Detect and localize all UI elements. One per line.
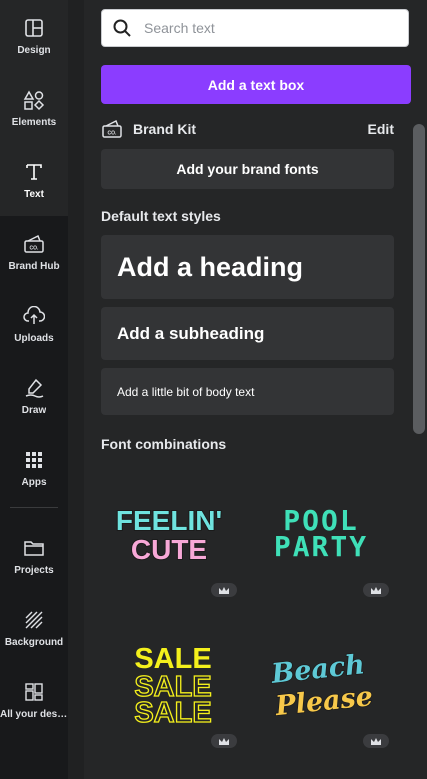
brand-kit-title: Brand Kit xyxy=(133,121,196,137)
rail-label: Elements xyxy=(11,117,57,128)
rail-item-apps[interactable]: Apps xyxy=(0,432,68,504)
svg-text:CO.: CO. xyxy=(30,246,40,252)
rail-label: All your desi… xyxy=(0,709,68,720)
brand-kit-row: CO. Brand Kit Edit xyxy=(101,118,394,140)
rail-label: Draw xyxy=(21,405,47,416)
rail-item-draw[interactable]: Draw xyxy=(0,360,68,432)
font-combo-pool-party[interactable]: POOL PARTY xyxy=(247,463,395,603)
rail-label: Apps xyxy=(21,477,47,488)
add-text-box-button[interactable]: Add a text box xyxy=(101,65,411,104)
crown-icon xyxy=(219,737,229,745)
pro-badge xyxy=(363,734,389,748)
rail-item-elements[interactable]: Elements xyxy=(0,72,68,144)
crown-icon xyxy=(219,586,229,594)
font-combo-beach-please[interactable]: Beach Please xyxy=(247,614,395,754)
svg-text:CO.: CO. xyxy=(108,131,118,137)
draw-icon xyxy=(22,376,46,400)
background-hatch-icon xyxy=(22,608,46,632)
shapes-icon xyxy=(22,88,46,112)
rail-item-uploads[interactable]: Uploads xyxy=(0,288,68,360)
pro-badge xyxy=(211,734,237,748)
all-designs-icon xyxy=(22,680,46,704)
rail-divider xyxy=(10,507,58,508)
font-combo-preview: Beach Please xyxy=(268,648,375,722)
rail-label: Uploads xyxy=(14,333,54,344)
crown-icon xyxy=(371,586,381,594)
add-body-text-button[interactable]: Add a little bit of body text xyxy=(101,368,394,415)
rail-item-all-designs[interactable]: All your desi… xyxy=(0,664,68,736)
default-text-styles-title: Default text styles xyxy=(101,208,221,224)
combo-line: CUTE xyxy=(131,534,207,565)
left-rail: Design Elements Text CO. Brand Hub Uploa… xyxy=(0,0,68,779)
add-brand-fonts-button[interactable]: Add your brand fonts xyxy=(101,149,394,189)
rail-label: Background xyxy=(4,637,64,648)
rail-label: Brand Hub xyxy=(8,261,60,272)
rail-item-design[interactable]: Design xyxy=(0,0,68,72)
font-combinations-title: Font combinations xyxy=(101,436,227,452)
rail-panel-gap xyxy=(68,0,84,779)
rail-item-background[interactable]: Background xyxy=(0,592,68,664)
crown-icon xyxy=(371,737,381,745)
font-combo-preview: FEELIN' CUTE xyxy=(115,504,223,566)
add-heading-button[interactable]: Add a heading xyxy=(101,235,394,299)
brand-kit-edit-link[interactable]: Edit xyxy=(368,121,394,137)
font-combo-preview: SALE SALE SALE xyxy=(134,643,213,730)
rail-label: Projects xyxy=(14,565,54,576)
cloud-upload-icon xyxy=(22,304,46,328)
rail-item-projects[interactable]: Projects xyxy=(0,520,68,592)
brand-hub-icon: CO. xyxy=(22,232,46,256)
rail-item-text[interactable]: Text xyxy=(0,144,68,216)
font-combo-preview: POOL PARTY xyxy=(274,504,368,563)
layout-icon xyxy=(22,16,46,40)
search-box[interactable] xyxy=(101,9,409,47)
text-panel: Add a text box CO. Brand Kit Edit Add yo… xyxy=(85,0,427,779)
folder-icon xyxy=(22,536,46,560)
search-icon xyxy=(113,19,131,37)
rail-label: Design xyxy=(17,45,51,56)
brand-kit-icon: CO. xyxy=(102,119,122,138)
font-combo-feelin-cute[interactable]: FEELIN' CUTE xyxy=(95,463,243,603)
rail-item-brand-hub[interactable]: CO. Brand Hub xyxy=(0,216,68,288)
add-subheading-button[interactable]: Add a subheading xyxy=(101,307,394,360)
scrollbar-thumb[interactable] xyxy=(413,124,425,434)
font-combo-sale[interactable]: SALE SALE SALE xyxy=(95,614,243,754)
apps-grid-icon xyxy=(22,448,46,472)
pro-badge xyxy=(211,583,237,597)
rail-label: Text xyxy=(24,189,44,200)
combo-line: FEELIN' xyxy=(116,505,222,536)
pro-badge xyxy=(363,583,389,597)
combo-line: SALE xyxy=(134,697,211,729)
combo-line: PARTY xyxy=(274,530,368,563)
search-input[interactable] xyxy=(142,19,386,37)
text-icon xyxy=(22,160,46,184)
